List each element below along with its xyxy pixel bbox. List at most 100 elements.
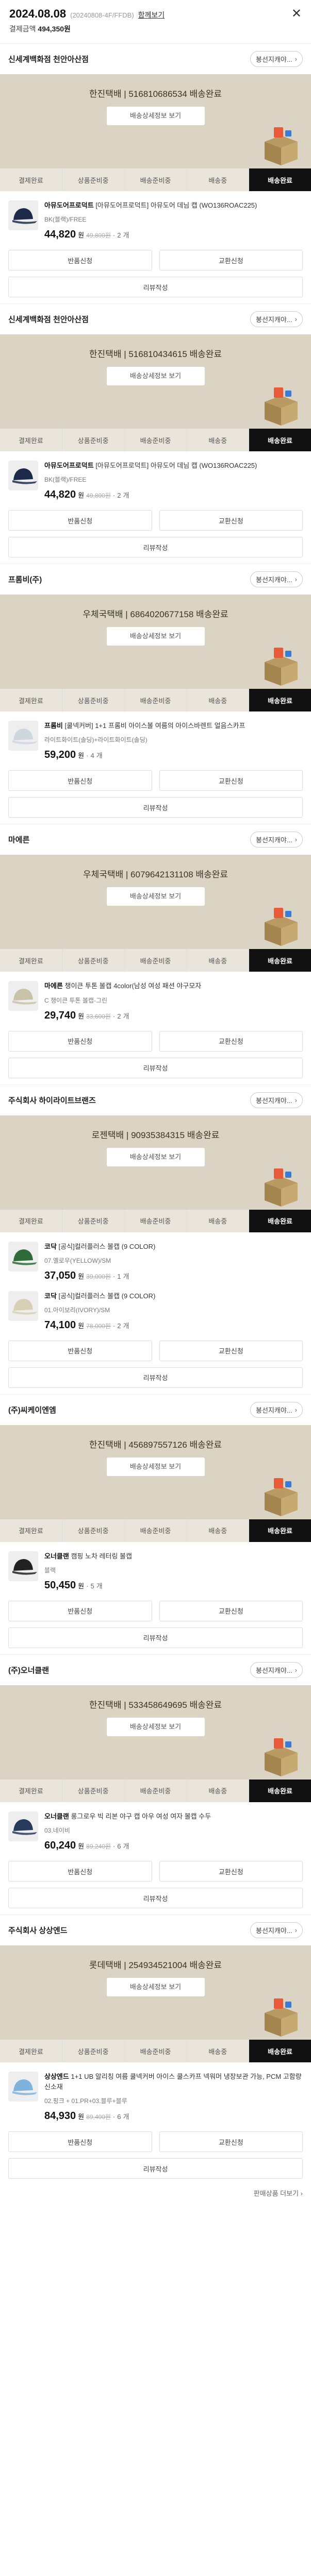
chat-button[interactable]: 봉선지캐야... › <box>250 311 303 328</box>
review-button[interactable]: 리뷰작성 <box>8 1367 303 1388</box>
seller-section: 주식회사 하이라이트브랜즈 봉선지캐야... › 로젠택배 | 909353843… <box>0 1084 311 1390</box>
return-button[interactable]: 반품신청 <box>8 1340 152 1361</box>
tracking-detail-button[interactable]: 배송상세정보 보기 <box>106 887 205 906</box>
tracking-detail-button[interactable]: 배송상세정보 보기 <box>106 1457 205 1476</box>
product-image[interactable] <box>8 721 38 751</box>
more-products-link[interactable]: 판매상품 더보기 › <box>0 2181 311 2208</box>
product-brand: 아뮤도어프로덕트 <box>44 462 94 470</box>
product-title[interactable]: 오너클랜 캠핑 노차 레터링 볼캡 <box>44 1551 303 1562</box>
product-image[interactable] <box>8 1241 38 1272</box>
product-option: 02.핑크 + 01.PR+03.블루+블루 <box>44 2097 127 2105</box>
return-button[interactable]: 반품신청 <box>8 1600 152 1621</box>
product-title[interactable]: 코닥 [공식]컬러플러스 볼캡 (9 COLOR) <box>44 1291 303 1301</box>
delivery-step: 배송완료 <box>249 949 311 972</box>
order-item[interactable]: 아뮤도어프로덕트 [아뮤도어프로덕트] 아뮤도어 데님 캡 (WO136ROAC… <box>0 191 311 241</box>
delivery-step: 배송중 <box>187 949 250 972</box>
product-name: [공식]컬러플러스 볼캡 (9 COLOR) <box>58 1292 156 1300</box>
review-button[interactable]: 리뷰작성 <box>8 537 303 558</box>
return-button[interactable]: 반품신청 <box>8 2131 152 2153</box>
exchange-button[interactable]: 교환신청 <box>159 1030 303 1052</box>
order-item[interactable]: 코닥 [공식]컬러플러스 볼캡 (9 COLOR) 07.옐로우(YELLOW)… <box>0 1232 311 1282</box>
order-item[interactable]: 오너클랜 롱그로우 빅 리본 야구 캡 아우 여성 여자 볼캡 수두 03.네이… <box>0 1802 311 1852</box>
product-image[interactable] <box>8 200 38 230</box>
close-icon[interactable]: ✕ <box>291 8 302 20</box>
order-item[interactable]: 상상엔드 1+1 UB 알리칭 여름 쿨넥커버 아이스 쿨스카프 넥워머 냉장보… <box>0 2062 311 2122</box>
delivery-step: 배송준비중 <box>124 949 187 972</box>
exchange-button[interactable]: 교환신청 <box>159 250 303 271</box>
original-price: 39,000원 <box>86 1273 111 1280</box>
product-title[interactable]: 마에른 챙이큰 투톤 볼캡 4color(남성 여성 패션 야구모자 <box>44 981 303 991</box>
product-name: [아뮤도어프로덕트] 아뮤도어 데님 캡 (WO136ROAC225) <box>95 201 257 209</box>
original-price: 49,800원 <box>86 232 111 240</box>
order-item[interactable]: 마에른 챙이큰 투톤 볼캡 4color(남성 여성 패션 야구모자 C 챙이큰… <box>0 972 311 1021</box>
product-name: 챙이큰 투톤 볼캡 4color(남성 여성 패션 야구모자 <box>64 982 202 990</box>
seller-section: 프롬비(주) 봉선지캐야... › 우체국택배 | 6864020677158 배… <box>0 564 311 820</box>
tracking-detail-button[interactable]: 배송상세정보 보기 <box>106 367 205 386</box>
order-detail-page: 2024.08.08 (20240808-4F/FFDB) 함께보기 ✕ 결제금… <box>0 0 311 2208</box>
quantity: 4 <box>90 752 94 760</box>
chat-button[interactable]: 봉선지캐야... › <box>250 832 303 848</box>
return-button[interactable]: 반품신청 <box>8 1861 152 1882</box>
review-button[interactable]: 리뷰작성 <box>8 1888 303 1909</box>
order-number: (20240808-4F/FFDB) <box>70 11 134 19</box>
exchange-button[interactable]: 교환신청 <box>159 1861 303 1882</box>
delivery-step: 배송중 <box>187 689 250 712</box>
product-title[interactable]: 코닥 [공식]컬러플러스 볼캡 (9 COLOR) <box>44 1242 303 1252</box>
tracking-detail-button[interactable]: 배송상세정보 보기 <box>106 1717 205 1736</box>
tracking-detail-button[interactable]: 배송상세정보 보기 <box>106 107 205 125</box>
product-title[interactable]: 아뮤도어프로덕트 [아뮤도어프로덕트] 아뮤도어 데님 캡 (WO136ROAC… <box>44 461 303 471</box>
review-button[interactable]: 리뷰작성 <box>8 797 303 818</box>
exchange-button[interactable]: 교환신청 <box>159 510 303 531</box>
return-button[interactable]: 반품신청 <box>8 510 152 531</box>
delivery-box-icon <box>265 1168 298 1207</box>
tracking-detail-button[interactable]: 배송상세정보 보기 <box>106 1147 205 1166</box>
review-button[interactable]: 리뷰작성 <box>8 277 303 298</box>
review-button[interactable]: 리뷰작성 <box>8 2158 303 2179</box>
order-item[interactable]: 오너클랜 캠핑 노차 레터링 볼캡 블랙 50,450 원 · 5 개 <box>0 1542 311 1591</box>
review-button[interactable]: 리뷰작성 <box>8 1627 303 1648</box>
product-image[interactable] <box>8 981 38 1011</box>
chat-button[interactable]: 봉선지캐야... › <box>250 1092 303 1108</box>
exchange-button[interactable]: 교환신청 <box>159 1600 303 1621</box>
product-name: [공식]컬러플러스 볼캡 (9 COLOR) <box>58 1242 156 1250</box>
delivery-step: 배송중 <box>187 1779 250 1802</box>
quantity: 2 <box>117 231 121 240</box>
quantity: 6 <box>117 2113 121 2121</box>
exchange-button[interactable]: 교환신청 <box>159 2131 303 2153</box>
chat-button[interactable]: 봉선지캐야... › <box>250 1401 303 1418</box>
delivery-step: 배송완료 <box>249 2040 311 2063</box>
review-button[interactable]: 리뷰작성 <box>8 1057 303 1078</box>
product-title[interactable]: 오너클랜 롱그로우 빅 리본 야구 캡 아우 여성 여자 볼캡 수두 <box>44 1811 303 1822</box>
combine-view-link[interactable]: 함께보기 <box>138 10 165 20</box>
product-image[interactable] <box>8 1811 38 1841</box>
chevron-right-icon: › <box>294 836 297 844</box>
return-button[interactable]: 반품신청 <box>8 250 152 271</box>
product-price: 84,930 원 89,400원 · 6 개 <box>44 2110 129 2122</box>
tracking-info: 한진택배 | 456897557126 배송완료 <box>89 1439 222 1450</box>
tracking-detail-button[interactable]: 배송상세정보 보기 <box>106 627 205 646</box>
product-image[interactable] <box>8 461 38 491</box>
order-item[interactable]: 아뮤도어프로덕트 [아뮤도어프로덕트] 아뮤도어 데님 캡 (WO136ROAC… <box>0 451 311 501</box>
product-title[interactable]: 아뮤도어프로덕트 [아뮤도어프로덕트] 아뮤도어 데님 캡 (WO136ROAC… <box>44 200 303 211</box>
tracking-detail-button[interactable]: 배송상세정보 보기 <box>106 1978 205 1997</box>
product-image[interactable] <box>8 1551 38 1581</box>
product-title[interactable]: 프롬비 [쿨넥커버] 1+1 프롬비 아이스볼 여름의 아이스바렌트 얼음스카프 <box>44 721 303 731</box>
chat-button[interactable]: 봉선지캐야... › <box>250 51 303 67</box>
exchange-button[interactable]: 교환신청 <box>159 1340 303 1361</box>
product-name: [쿨넥커버] 1+1 프롬비 아이스볼 여름의 아이스바렌트 얼음스카프 <box>64 722 245 730</box>
product-title[interactable]: 상상엔드 1+1 UB 알리칭 여름 쿨넥커버 아이스 쿨스카프 넥워머 냉장보… <box>44 2072 303 2092</box>
return-button[interactable]: 반품신청 <box>8 770 152 791</box>
chat-button[interactable]: 봉선지캐야... › <box>250 1662 303 1678</box>
order-item[interactable]: 코닥 [공식]컬러플러스 볼캡 (9 COLOR) 01.아이보리(IVORY)… <box>0 1282 311 1331</box>
order-total: 결제금액 494,350원 <box>9 25 71 33</box>
chat-button[interactable]: 봉선지캐야... › <box>250 1922 303 1939</box>
chevron-right-icon: › <box>294 1096 297 1104</box>
delivery-box-icon <box>265 1998 298 2037</box>
product-image[interactable] <box>8 2072 38 2102</box>
exchange-button[interactable]: 교환신청 <box>159 770 303 791</box>
chat-button[interactable]: 봉선지캐야... › <box>250 571 303 588</box>
product-image[interactable] <box>8 1291 38 1321</box>
order-item[interactable]: 프롬비 [쿨넥커버] 1+1 프롬비 아이스볼 여름의 아이스바렌트 얼음스카프… <box>0 711 311 761</box>
delivery-step: 배송중 <box>187 168 250 191</box>
return-button[interactable]: 반품신청 <box>8 1030 152 1052</box>
